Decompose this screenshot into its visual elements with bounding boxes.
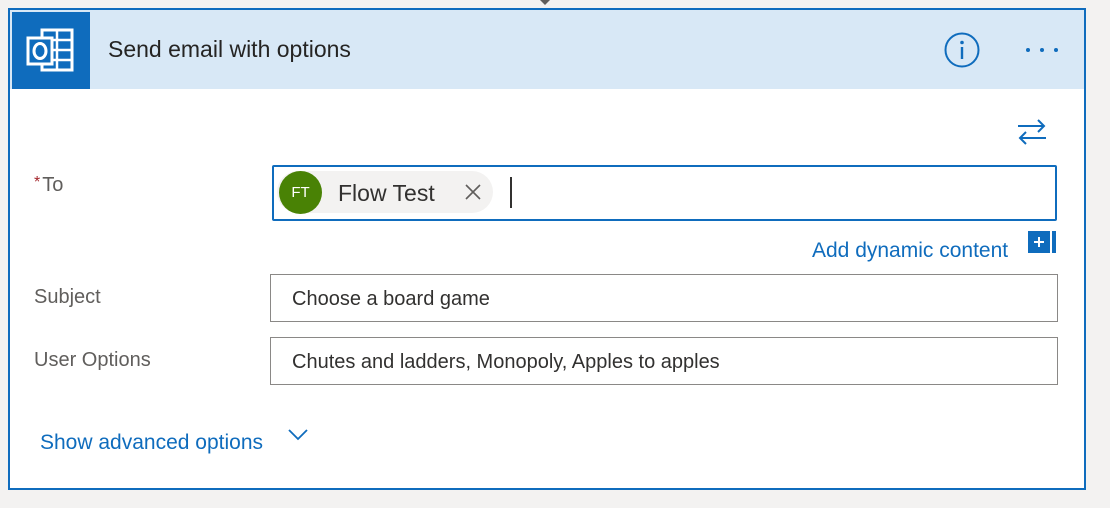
chevron-down-icon[interactable] <box>286 424 310 444</box>
user-options-input[interactable]: Chutes and ladders, Monopoly, Apples to … <box>270 337 1058 385</box>
connector-arrow-icon <box>540 0 550 5</box>
add-dynamic-content-icon[interactable] <box>1028 231 1058 255</box>
outlook-icon <box>12 12 90 89</box>
close-icon[interactable] <box>463 182 483 202</box>
to-label-text: To <box>42 174 64 196</box>
swap-arrows-icon[interactable] <box>1014 118 1050 146</box>
user-options-value: Chutes and ladders, Monopoly, Apples to … <box>292 351 720 373</box>
avatar: FT <box>279 171 322 214</box>
user-options-label: User Options <box>34 349 151 371</box>
to-label: * To <box>34 174 63 197</box>
flow-designer-canvas: Send email with options * To FT Flow Test <box>0 0 1110 508</box>
subject-label: Subject <box>34 286 101 308</box>
subject-input[interactable]: Choose a board game <box>270 274 1058 322</box>
recipient-name: Flow Test <box>338 180 435 206</box>
card-title: Send email with options <box>108 36 351 62</box>
add-dynamic-content-link[interactable]: Add dynamic content <box>812 239 1008 263</box>
card-header[interactable]: Send email with options <box>10 10 1084 89</box>
to-field[interactable]: FT Flow Test <box>272 165 1057 221</box>
show-advanced-options-link[interactable]: Show advanced options <box>40 431 263 455</box>
subject-value: Choose a board game <box>292 288 490 310</box>
required-mark: * <box>34 174 41 191</box>
action-card: Send email with options * To FT Flow Test <box>8 8 1086 490</box>
info-icon[interactable] <box>944 32 980 68</box>
ellipsis-icon[interactable] <box>1022 40 1066 60</box>
text-cursor <box>510 177 512 208</box>
recipient-token[interactable]: FT Flow Test <box>277 171 493 214</box>
